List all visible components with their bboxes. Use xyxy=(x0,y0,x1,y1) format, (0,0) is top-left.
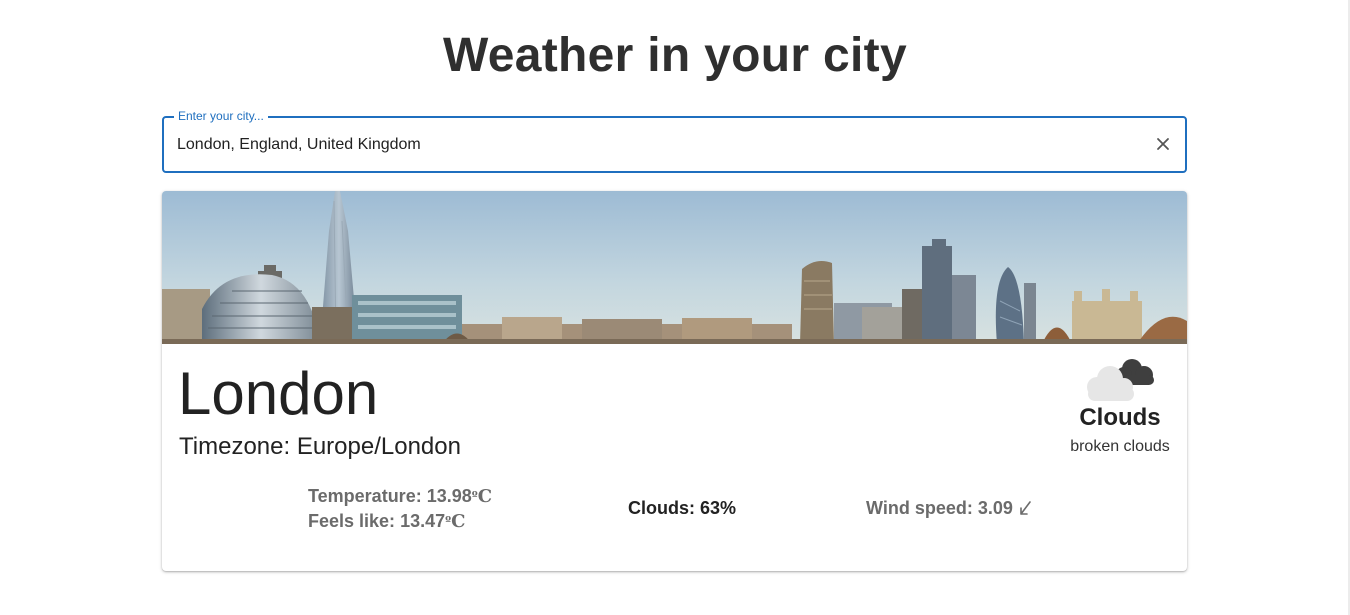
temperature-value: 13.98 xyxy=(426,486,472,506)
broken-clouds-icon xyxy=(1087,359,1154,401)
city-search-input[interactable] xyxy=(177,118,1127,171)
city-skyline-image xyxy=(162,191,1187,344)
feels-like-unit: ºC xyxy=(445,511,466,532)
timezone-label: Timezone: xyxy=(179,433,291,460)
timezone: Timezone: Europe/London xyxy=(179,433,461,461)
weather-card: London Timezone: Europe/London Clouds br… xyxy=(162,191,1187,571)
wind-speed-label: Wind speed: xyxy=(866,498,973,518)
feels-like-stat: Feels like: 13.47ºC xyxy=(308,509,465,534)
close-icon[interactable] xyxy=(1151,132,1175,156)
wind-speed-value: 3.09 xyxy=(977,498,1013,518)
feels-like-value: 13.47 xyxy=(400,511,446,531)
feels-like-label: Feels like: xyxy=(308,511,396,531)
clouds-value: 63% xyxy=(700,498,737,518)
wind-direction-arrow-icon xyxy=(1020,501,1031,515)
temperature-label: Temperature: xyxy=(308,486,422,506)
page-title: Weather in your city xyxy=(443,29,907,82)
clouds-label: Clouds: xyxy=(628,498,695,518)
city-name: London xyxy=(178,360,379,427)
condition-description: broken clouds xyxy=(1070,438,1170,455)
wind-speed-stat: Wind speed: 3.09 xyxy=(866,496,1032,520)
temperature-unit: ºC xyxy=(471,486,493,507)
temperature-stat: Temperature: 13.98ºC xyxy=(308,484,492,509)
city-search-field[interactable]: Enter your city... xyxy=(162,109,1187,173)
condition-main: Clouds xyxy=(1079,404,1161,431)
clouds-stat: Clouds: 63% xyxy=(628,496,736,520)
timezone-value: Europe/London xyxy=(296,433,461,460)
